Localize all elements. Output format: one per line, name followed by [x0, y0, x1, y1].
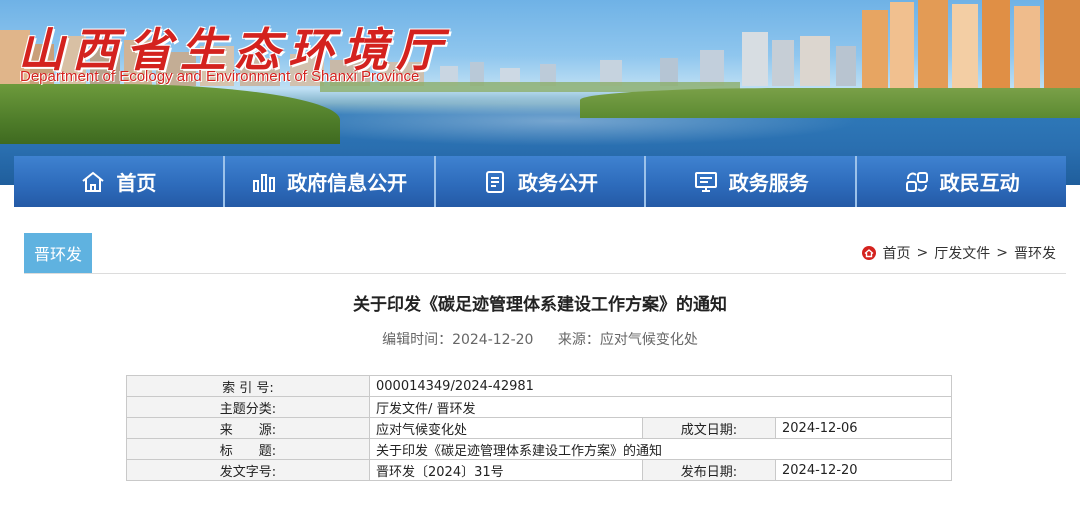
publish-date-value: 2024-12-20: [775, 459, 952, 481]
document-info-table: 索 引 号: 000014349/2024-42981 主题分类: 厅发文件/ …: [126, 375, 952, 481]
source-label: 来 源:: [126, 417, 370, 439]
index-value: 000014349/2024-42981: [369, 375, 952, 397]
source-value: 应对气候变化处: [369, 417, 643, 439]
nav-label-home: 首页: [116, 171, 157, 195]
table-row: 主题分类: 厅发文件/ 晋环发: [126, 396, 952, 418]
breadcrumb-hall-docs[interactable]: 厅发文件: [934, 243, 990, 263]
written-date-label: 成文日期:: [642, 417, 776, 439]
edit-time: 编辑时间：2024-12-20: [382, 332, 534, 348]
doc-number-label: 发文字号:: [126, 459, 370, 481]
nav-label-gov-affairs: 政务公开: [517, 171, 598, 195]
nav-item-gov-service[interactable]: 政务服务: [646, 156, 858, 207]
written-date-value: 2024-12-06: [775, 417, 952, 439]
breadcrumb-separator: >: [996, 245, 1008, 261]
breadcrumb: 首页 > 厅发文件 > 晋环发: [861, 233, 1056, 273]
site-subtitle: Department of Ecology and Environment of…: [20, 68, 420, 85]
table-row: 索 引 号: 000014349/2024-42981: [126, 375, 952, 397]
title-value: 关于印发《碳足迹管理体系建设工作方案》的通知: [369, 438, 952, 460]
nav-item-gov-affairs[interactable]: 政务公开: [436, 156, 647, 207]
monitor-icon: [694, 171, 717, 192]
article-source: 来源：应对气候变化处: [557, 332, 698, 348]
topic-value: 厅发文件/ 晋环发: [369, 396, 952, 418]
title-label: 标 题:: [126, 438, 370, 460]
location-home-icon: [861, 246, 876, 260]
breadcrumb-home[interactable]: 首页: [883, 243, 911, 263]
bar-chart-icon: [253, 173, 276, 192]
nav-item-gov-info[interactable]: 政府信息公开: [225, 156, 436, 207]
content-area: 晋环发 首页 > 厅发文件 > 晋环发 关于印发《碳足迹管理体系建设工作方案》的…: [14, 207, 1066, 505]
category-tab: 晋环发: [24, 233, 92, 273]
publish-date-label: 发布日期:: [642, 459, 776, 481]
nav-label-gov-service: 政务服务: [728, 171, 809, 195]
nav-item-interaction[interactable]: 政民互动: [857, 156, 1066, 207]
article-title: 关于印发《碳足迹管理体系建设工作方案》的通知: [353, 295, 727, 315]
doc-number-value: 晋环发〔2024〕31号: [369, 459, 643, 481]
table-row: 来 源: 应对气候变化处 成文日期: 2024-12-06: [126, 417, 952, 439]
document-list-icon: [485, 170, 504, 193]
breadcrumb-jinhuanfa[interactable]: 晋环发: [1014, 243, 1056, 263]
breadcrumb-separator: >: [916, 245, 929, 261]
breadcrumb-bar: 晋环发 首页 > 厅发文件 > 晋环发: [24, 233, 1066, 274]
nav-label-interaction: 政民互动: [939, 171, 1020, 195]
article-meta: 编辑时间：2024-12-20 来源：应对气候变化处: [14, 329, 1066, 349]
table-row: 标 题: 关于印发《碳足迹管理体系建设工作方案》的通知: [126, 438, 952, 460]
index-label: 索 引 号:: [126, 375, 370, 397]
interaction-icon: [905, 171, 928, 192]
right-riverbank: [580, 88, 1080, 118]
nav-label-gov-info: 政府信息公开: [287, 171, 408, 195]
nav-item-home[interactable]: 首页: [14, 156, 225, 207]
main-nav: 首页 政府信息公开 政务公开 政务服务 政民互动: [14, 156, 1066, 207]
topic-label: 主题分类:: [126, 396, 370, 418]
home-icon: [82, 171, 105, 192]
table-row: 发文字号: 晋环发〔2024〕31号 发布日期: 2024-12-20: [126, 459, 952, 481]
